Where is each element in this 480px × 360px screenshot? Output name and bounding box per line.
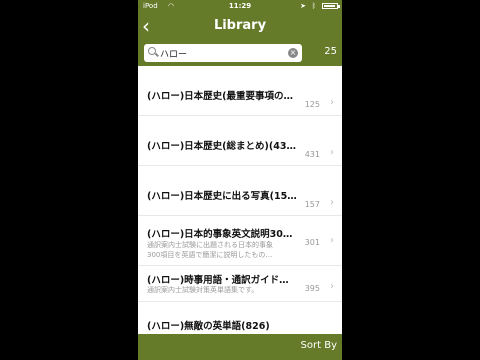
search-input[interactable]: ハロー × bbox=[144, 44, 302, 62]
page-title: Library bbox=[213, 18, 267, 33]
item-count: 125 bbox=[304, 100, 320, 109]
phone-screen: iPod ◠ 11:29 ➤ ᛒ ‹ Library ハロー × 25 (ハロー… bbox=[138, 0, 342, 360]
list-item[interactable]: (ハロー)日本的事象英文説明30… 通訳案内士試験に出題される日本的事象 300… bbox=[138, 216, 342, 266]
item-title: (ハロー)日本的事象英文説明30… bbox=[147, 229, 293, 240]
search-query: ハロー bbox=[160, 50, 188, 60]
chevron-right-icon: › bbox=[330, 281, 334, 292]
library-list: (ハロー)日本歴史(最重要事項の… 125 › (ハロー)日本歴史(総まとめ)(… bbox=[138, 66, 342, 334]
list-item[interactable]: (ハロー)日本歴史に出る写真(157) 157 › bbox=[138, 166, 342, 216]
clear-icon[interactable]: × bbox=[288, 48, 298, 58]
list-item[interactable]: (ハロー)日本歴史(最重要事項の… 125 › bbox=[138, 66, 342, 116]
status-bar: iPod ◠ 11:29 ➤ ᛒ bbox=[138, 0, 342, 12]
item-title: (ハロー)時事用語・通訳ガイド… bbox=[147, 275, 289, 286]
item-description-line: 300項目を英語で簡潔に説明したもの… bbox=[147, 251, 273, 259]
item-count: 431 bbox=[304, 150, 320, 159]
list-item[interactable]: (ハロー)日本歴史(総まとめ)(431) 431 › bbox=[138, 116, 342, 166]
nav-bar: ‹ Library bbox=[138, 12, 342, 42]
bottom-toolbar: Sort By bbox=[138, 334, 342, 360]
item-count: 157 bbox=[304, 200, 320, 209]
item-count: 395 bbox=[304, 284, 320, 293]
item-count: 301 bbox=[304, 238, 320, 247]
battery-icon bbox=[322, 3, 340, 9]
chevron-right-icon: › bbox=[330, 97, 334, 108]
result-count: 25 bbox=[324, 46, 337, 57]
list-item[interactable]: (ハロー)無敵の英単語(826) bbox=[138, 302, 342, 334]
search-icon bbox=[148, 47, 156, 55]
item-title: (ハロー)無敵の英単語(826) bbox=[147, 321, 270, 332]
item-description-line: 通訳案内士試験に出題される日本的事象 bbox=[147, 241, 273, 249]
item-title: (ハロー)日本歴史に出る写真(157) bbox=[147, 191, 297, 202]
location-icon: ➤ bbox=[300, 2, 306, 10]
chevron-right-icon: › bbox=[330, 147, 334, 158]
item-title: (ハロー)日本歴史(総まとめ)(431) bbox=[147, 141, 297, 152]
chevron-right-icon: › bbox=[330, 197, 334, 208]
bluetooth-icon: ᛒ bbox=[311, 2, 316, 10]
item-description-line: 通訳案内士試験対策英単語集です。 bbox=[147, 286, 259, 294]
search-bar: ハロー × 25 bbox=[138, 42, 342, 66]
item-title: (ハロー)日本歴史(最重要事項の… bbox=[147, 91, 294, 102]
chevron-right-icon: › bbox=[330, 235, 334, 246]
sort-by-button[interactable]: Sort By bbox=[301, 340, 337, 351]
list-item[interactable]: (ハロー)時事用語・通訳ガイド… 通訳案内士試験対策英単語集です。 395 › bbox=[138, 266, 342, 302]
